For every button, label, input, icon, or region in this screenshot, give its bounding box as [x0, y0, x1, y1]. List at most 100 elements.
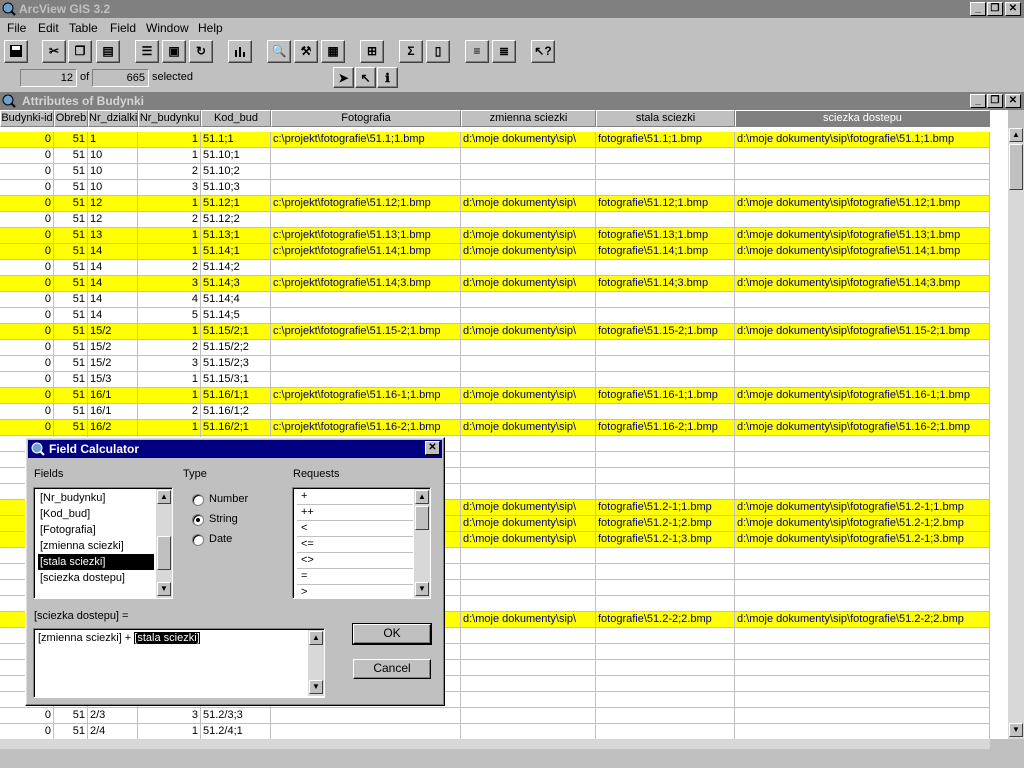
cell-obreb[interactable]: 51: [54, 420, 88, 436]
column-header-budynki-id[interactable]: Budynki-id: [0, 110, 54, 127]
cell-sciezka-dostepu[interactable]: d:\moje dokumenty\sip\fotografie\51.15-2…: [735, 324, 990, 340]
cell-nr-dzialki[interactable]: 16/2: [88, 420, 138, 436]
close-icon[interactable]: ✕: [1005, 2, 1021, 16]
cell-sciezka-dostepu[interactable]: [735, 212, 990, 228]
cancel-button[interactable]: Cancel: [353, 659, 431, 679]
cell-obreb[interactable]: 51: [54, 196, 88, 212]
table-row[interactable]: 0 51 2/4 1 51.2/4;1: [0, 724, 990, 739]
cell-obreb[interactable]: 51: [54, 724, 88, 739]
cell-nr-budynku[interactable]: 1: [138, 420, 201, 436]
cell-obreb[interactable]: 51: [54, 164, 88, 180]
cell-zmienna-sciezki[interactable]: d:\moje dokumenty\sip\: [461, 244, 596, 260]
expression-scrollbar[interactable]: ▲ ▼: [308, 630, 324, 696]
cell-budynki-id[interactable]: 0: [0, 196, 54, 212]
requests-listbox[interactable]: + ++ < <= <> = > ▲ ▼: [292, 487, 431, 599]
table-row[interactable]: 0 51 15/2 1 51.15/2;1 c:\projekt\fotografie\5…: [0, 324, 990, 340]
type-string-radio[interactable]: [192, 514, 204, 526]
table-row[interactable]: 0 51 1 1 51.1;1 c:\projekt\fotografie\51.1;1.…: [0, 132, 990, 148]
cell-fotografia[interactable]: [271, 372, 461, 388]
cell-stala-sciezki[interactable]: fotografie\51.1;1.bmp: [596, 132, 735, 148]
cell-budynki-id[interactable]: 0: [0, 708, 54, 724]
scroll-thumb[interactable]: [1009, 144, 1023, 190]
cell-nr-dzialki[interactable]: 14: [88, 308, 138, 324]
cell-nr-dzialki[interactable]: 12: [88, 212, 138, 228]
cell-stala-sciezki[interactable]: fotografie\51.16-2;1.bmp: [596, 420, 735, 436]
cell-zmienna-sciezki[interactable]: [461, 724, 596, 739]
cell-stala-sciezki[interactable]: [596, 596, 735, 612]
sort-descending-icon[interactable]: ≣: [492, 40, 516, 63]
cell-sciezka-dostepu[interactable]: [735, 164, 990, 180]
column-header-obreb[interactable]: Obreb: [54, 110, 88, 127]
cell-obreb[interactable]: 51: [54, 356, 88, 372]
cell-nr-budynku[interactable]: 3: [138, 276, 201, 292]
chart-icon[interactable]: [228, 40, 252, 63]
paste-icon[interactable]: ▤: [96, 40, 120, 63]
cell-sciezka-dostepu[interactable]: [735, 644, 990, 660]
cell-sciezka-dostepu[interactable]: [735, 468, 990, 484]
cell-obreb[interactable]: 51: [54, 708, 88, 724]
cell-stala-sciezki[interactable]: [596, 484, 735, 500]
cell-zmienna-sciezki[interactable]: [461, 692, 596, 708]
cell-zmienna-sciezki[interactable]: [461, 436, 596, 452]
cell-nr-dzialki[interactable]: 2/4: [88, 724, 138, 739]
cell-sciezka-dostepu[interactable]: [735, 564, 990, 580]
table-row[interactable]: 0 51 10 1 51.10;1: [0, 148, 990, 164]
cell-nr-dzialki[interactable]: 15/2: [88, 340, 138, 356]
cell-budynki-id[interactable]: 0: [0, 244, 54, 260]
cell-nr-dzialki[interactable]: 1: [88, 132, 138, 148]
expression-scroll-down-icon[interactable]: ▼: [309, 680, 323, 694]
requests-scroll-thumb[interactable]: [415, 506, 429, 530]
cell-obreb[interactable]: 51: [54, 324, 88, 340]
cell-budynki-id[interactable]: 0: [0, 132, 54, 148]
table-close-icon[interactable]: ✕: [1005, 94, 1021, 108]
table-row[interactable]: 0 51 14 2 51.14;2: [0, 260, 990, 276]
menu-edit[interactable]: Edit: [38, 21, 59, 35]
cell-fotografia[interactable]: [271, 260, 461, 276]
cell-sciezka-dostepu[interactable]: [735, 724, 990, 739]
cell-fotografia[interactable]: [271, 340, 461, 356]
cell-obreb[interactable]: 51: [54, 228, 88, 244]
cell-nr-dzialki[interactable]: 16/1: [88, 404, 138, 420]
cell-stala-sciezki[interactable]: [596, 724, 735, 739]
field-list-item[interactable]: [Kod_bud]: [38, 506, 92, 522]
cell-zmienna-sciezki[interactable]: [461, 212, 596, 228]
cell-sciezka-dostepu[interactable]: [735, 580, 990, 596]
cell-nr-budynku[interactable]: 1: [138, 148, 201, 164]
cell-zmienna-sciezki[interactable]: [461, 452, 596, 468]
cell-kod-bud[interactable]: 51.15/2;1: [201, 324, 271, 340]
cell-nr-budynku[interactable]: 2: [138, 212, 201, 228]
request-list-item[interactable]: <>: [297, 553, 413, 569]
cell-kod-bud[interactable]: 51.2/3;3: [201, 708, 271, 724]
sort-ascending-icon[interactable]: ≡: [465, 40, 489, 63]
cell-fotografia[interactable]: c:\projekt\fotografie\51.16-1;1.bmp: [271, 388, 461, 404]
cell-zmienna-sciezki[interactable]: [461, 596, 596, 612]
cell-sciezka-dostepu[interactable]: d:\moje dokumenty\sip\fotografie\51.2-1;…: [735, 516, 990, 532]
cell-nr-dzialki[interactable]: 14: [88, 260, 138, 276]
add-record-icon[interactable]: ▦: [321, 40, 345, 63]
cell-kod-bud[interactable]: 51.14;1: [201, 244, 271, 260]
cell-stala-sciezki[interactable]: [596, 212, 735, 228]
table-row[interactable]: 0 51 12 2 51.12;2: [0, 212, 990, 228]
open-table-icon[interactable]: ☰: [135, 40, 159, 63]
type-date-radio[interactable]: [192, 534, 204, 546]
cell-zmienna-sciezki[interactable]: d:\moje dokumenty\sip\: [461, 420, 596, 436]
cell-nr-budynku[interactable]: 5: [138, 308, 201, 324]
cell-nr-dzialki[interactable]: 14: [88, 276, 138, 292]
cell-sciezka-dostepu[interactable]: d:\moje dokumenty\sip\fotografie\51.2-1;…: [735, 500, 990, 516]
column-header-nr-budynku[interactable]: Nr_budynku: [138, 110, 201, 127]
cell-nr-dzialki[interactable]: 15/2: [88, 324, 138, 340]
calculate-icon[interactable]: ▯: [426, 40, 450, 63]
cell-nr-budynku[interactable]: 2: [138, 164, 201, 180]
cell-nr-dzialki[interactable]: 10: [88, 164, 138, 180]
cell-zmienna-sciezki[interactable]: [461, 148, 596, 164]
cell-budynki-id[interactable]: 0: [0, 420, 54, 436]
cell-kod-bud[interactable]: 51.12;1: [201, 196, 271, 212]
field-list-item[interactable]: [Nr_budynku]: [38, 490, 107, 506]
cell-budynki-id[interactable]: 0: [0, 164, 54, 180]
cell-kod-bud[interactable]: 51.14;4: [201, 292, 271, 308]
cell-fotografia[interactable]: [271, 724, 461, 739]
cell-nr-budynku[interactable]: 1: [138, 244, 201, 260]
cell-obreb[interactable]: 51: [54, 212, 88, 228]
cell-nr-budynku[interactable]: 1: [138, 132, 201, 148]
fields-scrollbar[interactable]: ▲ ▼: [156, 489, 172, 598]
